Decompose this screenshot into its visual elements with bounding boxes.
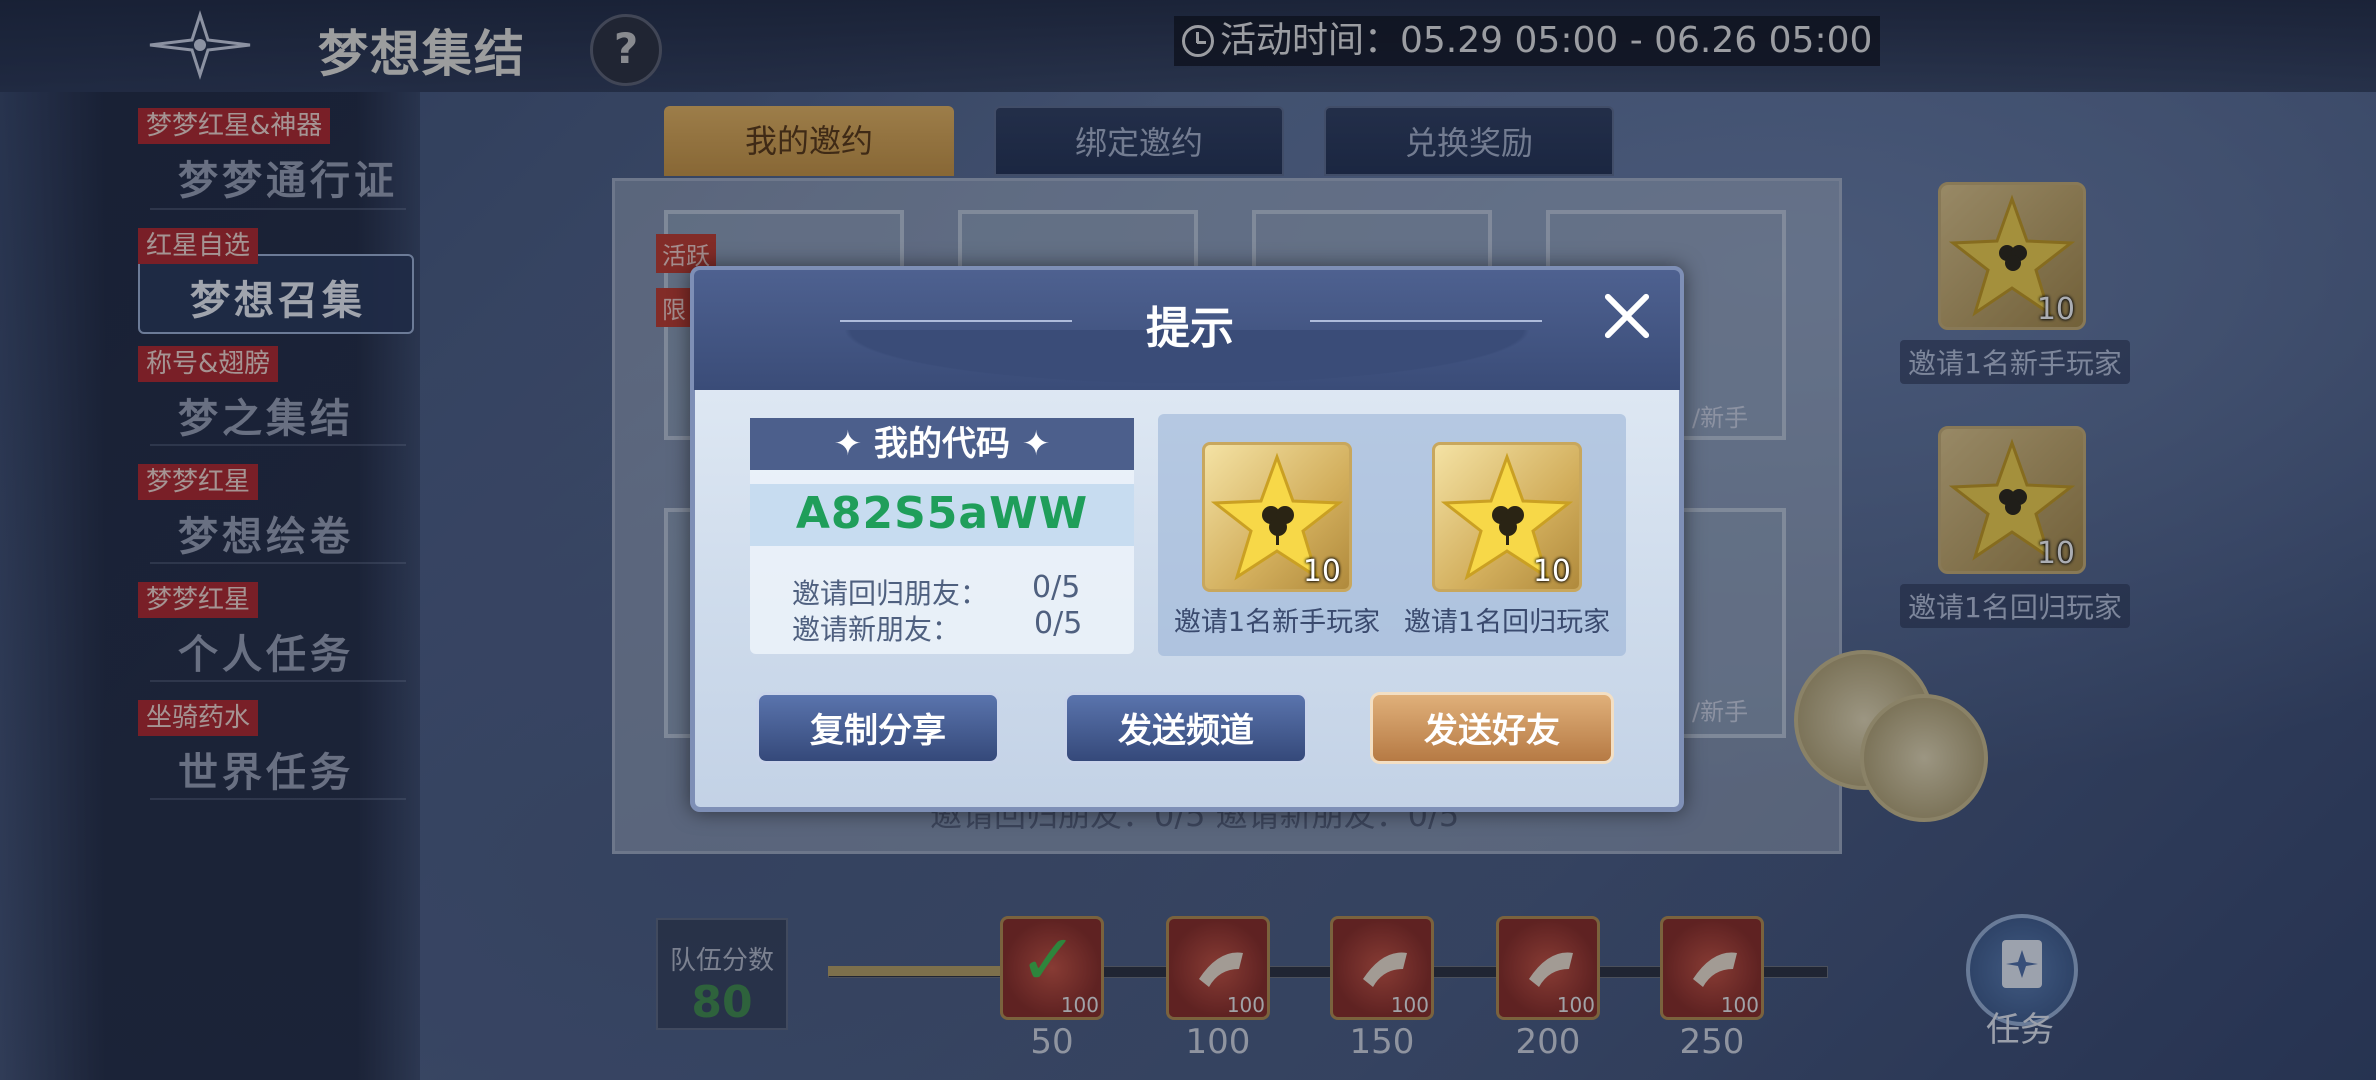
reward-label: 邀请1名新手玩家 [1173, 607, 1381, 638]
send-friend-button[interactable]: 发送好友 [1370, 692, 1614, 764]
dialog-title: 提示 [1146, 303, 1234, 354]
reward-count: 10 [1532, 554, 1571, 589]
close-icon[interactable] [1596, 286, 1656, 346]
reward-item[interactable]: 10 [1432, 442, 1582, 592]
new-friends-value: 0/5 [1034, 606, 1083, 641]
returning-friends-value: 0/5 [1032, 570, 1081, 605]
my-code-header: ✦ 我的代码 ✦ [750, 418, 1134, 470]
returning-friends-label: 邀请回归朋友： [792, 577, 989, 610]
header-ornament-line [840, 320, 1072, 322]
invite-code[interactable]: A82S5aWW [750, 488, 1134, 539]
copy-share-button[interactable]: 复制分享 [756, 692, 1000, 764]
send-channel-button[interactable]: 发送频道 [1064, 692, 1308, 764]
reward-item[interactable]: 10 [1202, 442, 1352, 592]
new-friends-label: 邀请新朋友： [792, 613, 961, 646]
reward-count: 10 [1302, 554, 1341, 589]
reward-label: 邀请1名回归玩家 [1403, 607, 1611, 638]
header-ornament-line [1310, 320, 1542, 322]
